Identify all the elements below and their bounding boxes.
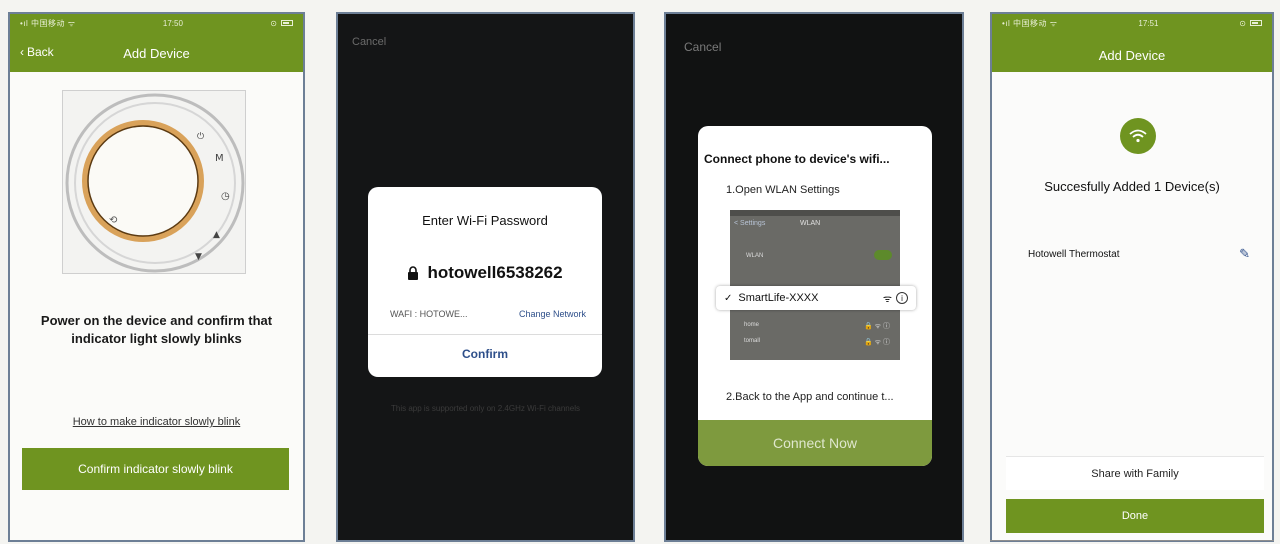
- svg-text:▼: ▼: [195, 252, 202, 262]
- confirm-blink-button[interactable]: Confirm indicator slowly blink: [22, 448, 289, 490]
- cancel-button[interactable]: Cancel: [684, 40, 721, 54]
- svg-text:▲: ▲: [213, 230, 220, 240]
- screen-wifi-password: Cancel Enter Wi-Fi Password hotowell6538…: [336, 12, 635, 542]
- info-icon: i: [896, 292, 908, 304]
- wifi-lock-icons: 🔒 ᯤ ⓘ: [864, 323, 890, 330]
- smartlife-network-row: ✓ SmartLife-XXXX ᯤ i: [716, 286, 916, 310]
- confirm-button[interactable]: Confirm: [368, 347, 602, 361]
- page-title: Add Device: [1098, 48, 1166, 63]
- battery-icon: [1249, 20, 1262, 26]
- screen-connect-wifi: Cancel Connect phone to device's wifi...…: [664, 12, 964, 542]
- connect-dialog: Connect phone to device's wifi... 1.Open…: [698, 126, 932, 466]
- screen-add-device-step1: •ıl 中国移动 ᯤ 17:50 ⊙ ‹ Back Add Device ⏻ M…: [8, 12, 305, 542]
- svg-text:◷: ◷: [221, 191, 230, 202]
- edit-pencil-icon[interactable]: ✎: [1239, 246, 1250, 262]
- network-row: WAFI : HOTOWE... Change Network: [390, 309, 586, 319]
- carrier-signal: •ıl 中国移动 ᯤ: [1002, 18, 1058, 28]
- screenshot-wlan-title: WLAN: [800, 220, 821, 227]
- smartlife-ssid: SmartLife-XXXX: [738, 292, 819, 304]
- svg-text:⟲: ⟲: [109, 215, 118, 226]
- screenshot-network-2: tomall: [744, 338, 761, 344]
- step-1-text: 1.Open WLAN Settings: [726, 184, 840, 196]
- status-bar: •ıl 中国移动 ᯤ 17:50 ⊙: [10, 14, 303, 32]
- step-2-text: 2.Back to the App and continue t...: [726, 391, 894, 403]
- status-time: 17:50: [162, 18, 183, 28]
- screen-device-added: •ıl 中国移动 ᯤ 17:51 ⊙ Add Device Succesfull…: [990, 12, 1274, 542]
- wifi-icon: ᯤ: [882, 294, 892, 305]
- password-value: hotowell6538262: [427, 263, 563, 282]
- alarm-icon: ⊙: [1239, 18, 1246, 28]
- cancel-button[interactable]: Cancel: [352, 36, 386, 48]
- status-time: 17:51: [1138, 18, 1159, 28]
- band-note: This app is supported only on 2.4GHz Wi-…: [391, 404, 580, 413]
- instruction-text: Power on the device and confirm that ind…: [40, 313, 273, 346]
- battery-icon-group: ⊙: [1239, 19, 1262, 28]
- thermostat-image: ⏻ M ◷ ▲ ▼ ⟲: [62, 90, 246, 274]
- wifi-icon: [1129, 129, 1147, 143]
- battery-icon-group: ⊙: [270, 19, 293, 28]
- svg-text:⏻: ⏻: [197, 131, 204, 142]
- password-field[interactable]: hotowell6538262: [368, 263, 602, 283]
- app-header: •ıl 中国移动 ᯤ 17:51 ⊙ Add Device: [992, 14, 1272, 72]
- wlan-settings-screenshot: < Settings WLAN WLAN CHOOSE A NETWORK...…: [730, 210, 900, 360]
- device-name: Hotowell Thermostat: [1028, 248, 1120, 260]
- connect-now-button[interactable]: Connect Now: [698, 420, 932, 466]
- help-link[interactable]: How to make indicator slowly blink: [10, 416, 303, 428]
- app-header: •ıl 中国移动 ᯤ 17:50 ⊙ ‹ Back Add Device: [10, 14, 303, 72]
- svg-text:M: M: [215, 153, 224, 164]
- change-network-link[interactable]: Change Network: [519, 309, 586, 319]
- success-message: Succesfully Added 1 Device(s): [1044, 179, 1220, 194]
- check-icon: ✓: [724, 292, 733, 304]
- screenshot-statusbar: [730, 210, 900, 216]
- divider: [368, 334, 602, 335]
- share-family-button[interactable]: Share with Family: [1006, 456, 1264, 490]
- screenshot-network-1: home: [744, 322, 760, 328]
- battery-icon: [280, 20, 293, 26]
- added-device-row: Hotowell Thermostat ✎: [1028, 246, 1250, 262]
- dialog-title: Connect phone to device's wifi...: [704, 152, 890, 166]
- screenshot-wlan-label: WLAN: [746, 253, 764, 259]
- page-title: Add Device: [123, 46, 190, 61]
- wifi-lock-icons: 🔒 ᯤ ⓘ: [864, 339, 890, 346]
- status-bar: •ıl 中国移动 ᯤ 17:51 ⊙: [992, 14, 1272, 32]
- done-button[interactable]: Done: [1006, 499, 1264, 533]
- divider: [990, 540, 1274, 541]
- wifi-success-icon: [1120, 118, 1156, 154]
- screenshot-settings-back: < Settings: [734, 220, 766, 227]
- alarm-icon: ⊙: [270, 18, 277, 28]
- lock-icon: [408, 266, 419, 280]
- carrier-signal: •ıl 中国移动 ᯤ: [20, 18, 76, 28]
- wifi-password-dialog: Enter Wi-Fi Password hotowell6538262 WAF…: [368, 187, 602, 377]
- screenshot-toggle: [874, 250, 892, 260]
- dialog-title: Enter Wi-Fi Password: [422, 213, 548, 228]
- network-ssid: WAFI : HOTOWE...: [390, 309, 468, 319]
